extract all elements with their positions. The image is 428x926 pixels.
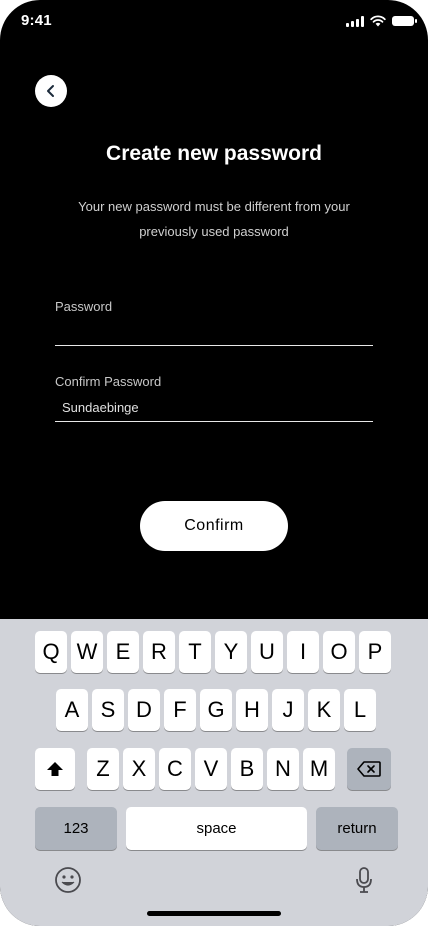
key-f[interactable]: F [164,689,196,731]
status-bar: 9:41 [0,0,428,44]
key-i[interactable]: I [287,631,319,673]
wifi-icon [370,15,386,27]
page-subtitle: Your new password must be different from… [78,199,350,239]
confirm-password-underline [55,421,373,422]
shift-arrow-icon [47,762,63,776]
space-key[interactable]: space [126,807,307,850]
key-b[interactable]: B [231,748,263,790]
key-w[interactable]: W [71,631,103,673]
key-r[interactable]: R [143,631,175,673]
dictation-key[interactable] [350,864,378,896]
key-s[interactable]: S [92,689,124,731]
key-n[interactable]: N [267,748,299,790]
key-z[interactable]: Z [87,748,119,790]
password-underline [55,345,373,346]
password-label: Password [55,299,113,314]
key-m[interactable]: M [303,748,335,790]
return-key[interactable]: return [316,807,398,850]
emoji-icon [55,867,81,893]
numbers-key[interactable]: 123 [35,807,117,850]
key-k[interactable]: K [308,689,340,731]
keyboard: Q W E R T Y U I O P A S D F G H J K L Z … [0,619,428,926]
battery-icon [392,16,417,26]
emoji-key[interactable] [52,864,84,896]
key-y[interactable]: Y [215,631,247,673]
key-t[interactable]: T [179,631,211,673]
confirm-password-field: Confirm Password [55,374,373,422]
key-a[interactable]: A [56,689,88,731]
password-input[interactable] [55,321,373,341]
key-h[interactable]: H [236,689,268,731]
key-x[interactable]: X [123,748,155,790]
key-o[interactable]: O [323,631,355,673]
microphone-icon [356,867,372,893]
chevron-left-icon [47,85,54,97]
key-d[interactable]: D [128,689,160,731]
key-g[interactable]: G [200,689,232,731]
key-v[interactable]: V [195,748,227,790]
key-j[interactable]: J [272,689,304,731]
backspace-key[interactable] [347,748,391,790]
key-q[interactable]: Q [35,631,67,673]
key-e[interactable]: E [107,631,139,673]
status-time: 9:41 [21,12,52,29]
status-icons [346,15,417,27]
confirm-button[interactable]: Confirm [140,501,288,551]
cellular-signal-icon [346,15,364,27]
key-c[interactable]: C [159,748,191,790]
backspace-icon [357,761,381,777]
page-title: Create new password [106,142,322,165]
password-field: Password [55,299,373,346]
confirm-password-label: Confirm Password [55,374,162,389]
key-p[interactable]: P [359,631,391,673]
home-indicator[interactable] [147,911,281,916]
shift-key[interactable] [35,748,75,790]
key-u[interactable]: U [251,631,283,673]
key-l[interactable]: L [344,689,376,731]
back-button[interactable] [35,75,67,107]
confirm-password-input[interactable] [55,396,373,416]
phone-screen: 9:41 Create new password Your new passwo… [0,0,428,926]
